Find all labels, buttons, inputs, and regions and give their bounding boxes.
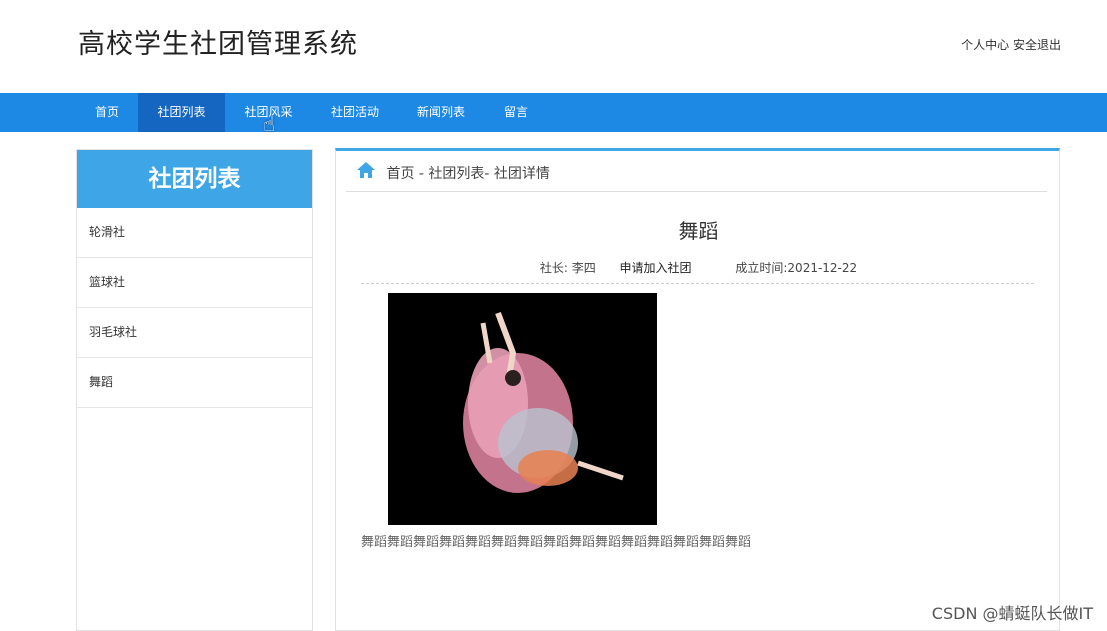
main-panel: 首页 - 社团列表- 社团详情 舞蹈 社长: 李四 申请加入社团 成立时间:20…: [335, 148, 1060, 631]
breadcrumb-divider: [346, 191, 1047, 192]
site-title: 高校学生社团管理系统: [78, 29, 358, 60]
club-title: 舞蹈: [678, 219, 719, 243]
sidebar-item-badminton[interactable]: 羽毛球社: [77, 308, 312, 358]
home-icon[interactable]: [356, 161, 376, 187]
nav-news-list[interactable]: 新闻列表: [398, 93, 484, 132]
club-description: 舞蹈舞蹈舞蹈舞蹈舞蹈舞蹈舞蹈舞蹈舞蹈舞蹈舞蹈舞蹈舞蹈舞蹈舞蹈: [361, 535, 752, 550]
nav-home[interactable]: 首页: [79, 93, 135, 132]
president-name: 李四: [571, 261, 596, 275]
user-center-link[interactable]: 个人中心: [961, 38, 1009, 52]
sidebar-title: 社团列表: [77, 150, 312, 208]
nav-club-activities[interactable]: 社团活动: [312, 93, 398, 132]
meta-divider: [361, 283, 1034, 284]
founded-date: 2021-12-22: [787, 261, 858, 275]
nav-message[interactable]: 留言: [484, 93, 548, 132]
user-links: 个人中心 安全退出: [961, 36, 1061, 53]
logout-link[interactable]: 安全退出: [1013, 38, 1061, 52]
sidebar-item-basketball[interactable]: 篮球社: [77, 258, 312, 308]
sidebar-item-dance[interactable]: 舞蹈: [77, 358, 312, 408]
main-nav: 首页 社团列表 社团风采 社团活动 新闻列表 留言: [0, 93, 1107, 132]
sidebar-item-roller-skating[interactable]: 轮滑社: [77, 208, 312, 258]
breadcrumb: 首页 - 社团列表- 社团详情: [356, 161, 550, 191]
club-photo: [388, 293, 657, 525]
club-meta: 社长: 李四 申请加入社团 成立时间:2021-12-22: [336, 259, 1061, 276]
sidebar: 社团列表 轮滑社 篮球社 羽毛球社 舞蹈: [76, 149, 313, 631]
president-label: 社长:: [539, 261, 568, 275]
hand-cursor-icon: ☝: [263, 112, 276, 136]
apply-join-link[interactable]: 申请加入社团: [620, 261, 692, 275]
founded-label: 成立时间:: [735, 261, 788, 275]
breadcrumb-text: 首页 - 社团列表- 社团详情: [386, 166, 550, 182]
watermark: CSDN @蜻蜓队长做IT: [931, 604, 1093, 623]
nav-club-list[interactable]: 社团列表: [138, 93, 225, 132]
header: 高校学生社团管理系统 个人中心 安全退出: [0, 0, 1107, 93]
